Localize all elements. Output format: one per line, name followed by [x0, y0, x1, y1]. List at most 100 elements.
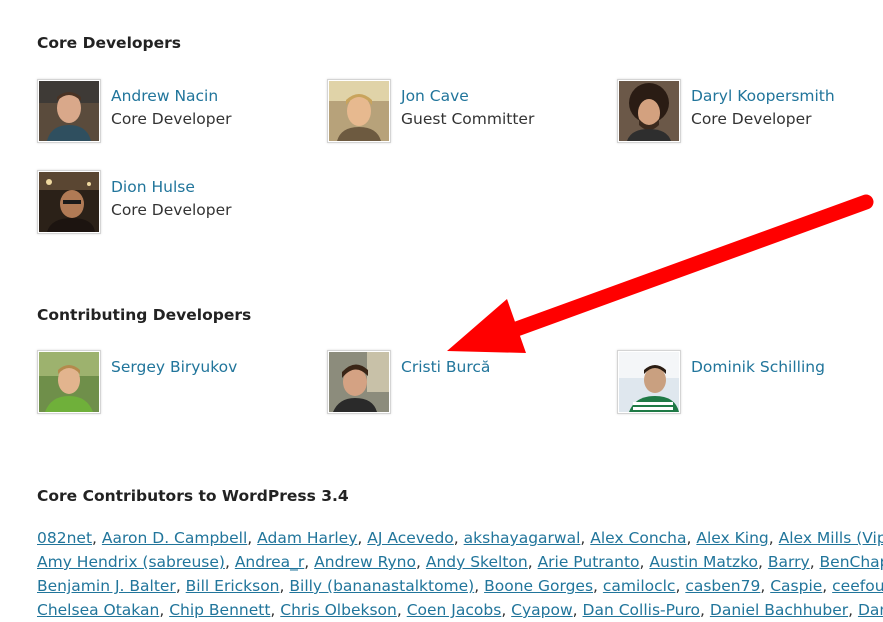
contributor-separator: , — [474, 577, 485, 595]
developer-role: Core Developer — [691, 110, 812, 128]
developer-card-dion-hulse: Dion Hulse Core Developer — [37, 170, 307, 234]
contributor-link[interactable]: Bill Erickson — [186, 577, 280, 595]
contributor-separator: , — [415, 553, 426, 571]
core-developers-heading: Core Developers — [37, 34, 182, 52]
contributor-link[interactable]: Boone Gorges — [484, 577, 593, 595]
developer-card-jon-cave: Jon Cave Guest Committer — [327, 79, 597, 143]
contributor-link[interactable]: Andy Skelton — [426, 553, 528, 571]
contributor-link[interactable]: Danie — [858, 601, 883, 619]
avatar-photo-icon — [329, 352, 389, 412]
contributor-separator: , — [247, 529, 258, 547]
contributor-link[interactable]: Austin Matzko — [649, 553, 758, 571]
contributor-link[interactable]: Benjamin J. Balter — [37, 577, 176, 595]
developer-name-link[interactable]: Andrew Nacin — [111, 87, 218, 105]
contributor-link[interactable]: Chelsea Otakan — [37, 601, 159, 619]
contributor-link[interactable]: Cyapow — [511, 601, 573, 619]
avatar[interactable] — [327, 350, 391, 414]
contributor-link[interactable]: Arie Putranto — [538, 553, 640, 571]
developer-name-link[interactable]: Jon Cave — [401, 87, 469, 105]
contributors-list: 082net, Aaron D. Campbell, Adam Harley, … — [37, 526, 883, 622]
developer-name-link[interactable]: Cristi Burcă — [401, 358, 490, 376]
developer-name-link[interactable]: Dominik Schilling — [691, 358, 825, 376]
contributor-link[interactable]: Billy (bananastalktome) — [289, 577, 474, 595]
contributor-link[interactable]: BenChapm — [820, 553, 883, 571]
contributor-link[interactable]: AJ Acevedo — [367, 529, 454, 547]
arrow-head — [447, 299, 526, 353]
contributor-separator: , — [675, 577, 686, 595]
contributor-link[interactable]: Alex Concha — [590, 529, 686, 547]
contributor-row: Chelsea Otakan, Chip Bennett, Chris Olbe… — [37, 598, 883, 622]
developer-role: Core Developer — [111, 110, 232, 128]
developer-card-daryl-koopersmith: Daryl Koopersmith Core Developer — [617, 79, 883, 143]
developer-card-dominik-schilling: Dominik Schilling — [617, 350, 883, 414]
avatar[interactable] — [617, 350, 681, 414]
contributor-link[interactable]: casben79 — [685, 577, 760, 595]
contributor-separator: , — [758, 553, 768, 571]
developer-name-link[interactable]: Sergey Biryukov — [111, 358, 237, 376]
developer-name-link[interactable]: Dion Hulse — [111, 178, 195, 196]
contributor-link[interactable]: Dan Collis-Puro — [583, 601, 701, 619]
avatar[interactable] — [37, 79, 101, 143]
contributor-separator: , — [527, 553, 538, 571]
developer-card-sergey-biryukov: Sergey Biryukov — [37, 350, 307, 414]
avatar-photo-icon — [619, 81, 679, 141]
developer-card-cristi-burca: Cristi Burcă — [327, 350, 597, 414]
contributor-separator: , — [593, 577, 603, 595]
contributor-link[interactable]: camiloclc — [603, 577, 676, 595]
contributor-link[interactable]: Amy Hendrix (sabreuse) — [37, 553, 225, 571]
contributor-separator: , — [572, 601, 583, 619]
contributor-separator: , — [639, 553, 650, 571]
contributor-separator: , — [92, 529, 102, 547]
avatar-photo-icon — [39, 81, 99, 141]
contributor-link[interactable]: 082net — [37, 529, 92, 547]
contributor-separator: , — [279, 577, 290, 595]
contributor-link[interactable]: Andrea_r — [235, 553, 304, 571]
contributor-separator: , — [175, 577, 186, 595]
avatar[interactable] — [37, 350, 101, 414]
developer-card-andrew-nacin: Andrew Nacin Core Developer — [37, 79, 307, 143]
avatar[interactable] — [327, 79, 391, 143]
contributor-link[interactable]: ceefour — [832, 577, 883, 595]
contributing-developers-heading: Contributing Developers — [37, 306, 252, 324]
contributor-separator: , — [700, 601, 710, 619]
contributor-link[interactable]: Caspie — [770, 577, 822, 595]
contributor-separator: , — [501, 601, 512, 619]
contributor-row: Amy Hendrix (sabreuse), Andrea_r, Andrew… — [37, 550, 883, 574]
contributor-separator: , — [822, 577, 833, 595]
contributor-separator: , — [270, 601, 281, 619]
contributor-row: Benjamin J. Balter, Bill Erickson, Billy… — [37, 574, 883, 598]
contributor-link[interactable]: Aaron D. Campbell — [102, 529, 247, 547]
developer-role: Core Developer — [111, 201, 232, 219]
avatar-photo-icon — [619, 352, 679, 412]
contributor-separator: , — [357, 529, 368, 547]
contributor-link[interactable]: Adam Harley — [257, 529, 357, 547]
contributor-link[interactable]: akshayagarwal — [464, 529, 581, 547]
avatar[interactable] — [37, 170, 101, 234]
contributor-separator: , — [809, 553, 820, 571]
contributor-separator: , — [768, 529, 779, 547]
contributor-link[interactable]: Andrew Ryno — [314, 553, 416, 571]
contributor-link[interactable]: Daniel Bachhuber — [710, 601, 848, 619]
contributor-link[interactable]: Coen Jacobs — [407, 601, 502, 619]
contributor-separator: , — [453, 529, 464, 547]
developer-role: Guest Committer — [401, 110, 535, 128]
contributor-row: 082net, Aaron D. Campbell, Adam Harley, … — [37, 526, 883, 550]
contributor-link[interactable]: Barry — [768, 553, 810, 571]
contributor-separator: , — [760, 577, 771, 595]
developer-name-link[interactable]: Daryl Koopersmith — [691, 87, 835, 105]
contributor-separator: , — [396, 601, 407, 619]
contributor-separator: , — [224, 553, 235, 571]
contributor-separator: , — [848, 601, 858, 619]
contributor-separator: , — [304, 553, 315, 571]
core-contributors-heading: Core Contributors to WordPress 3.4 — [37, 487, 349, 505]
avatar-photo-icon — [39, 352, 99, 412]
contributor-separator: , — [686, 529, 697, 547]
avatar[interactable] — [617, 79, 681, 143]
contributor-separator: , — [159, 601, 170, 619]
contributor-link[interactable]: Alex Mills (Viper — [779, 529, 883, 547]
arrow-shaft — [492, 194, 874, 343]
contributor-link[interactable]: Chip Bennett — [169, 601, 270, 619]
contributor-separator: , — [580, 529, 591, 547]
contributor-link[interactable]: Chris Olbekson — [280, 601, 397, 619]
contributor-link[interactable]: Alex King — [696, 529, 768, 547]
